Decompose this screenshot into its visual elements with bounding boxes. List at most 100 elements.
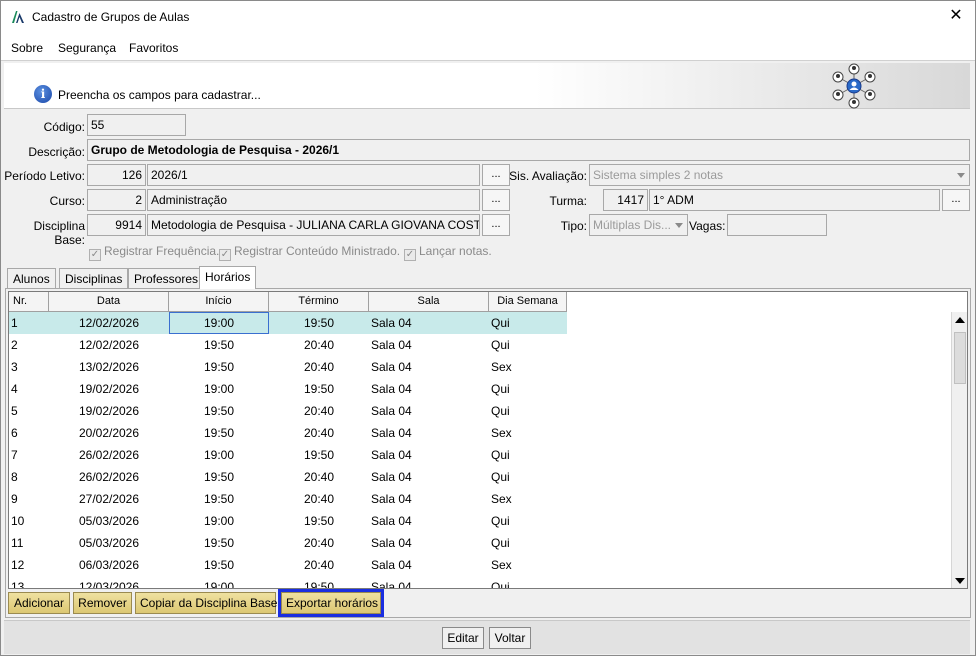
registrar-frequencia-checkbox[interactable]: ✓ Registrar Frequência. — [89, 244, 219, 261]
table-row[interactable]: 2 12/02/2026 19:50 20:40 Sala 04 Qui — [9, 334, 567, 356]
column-header[interactable]: Data — [49, 292, 169, 312]
lancar-notas-checkbox[interactable]: ✓ Lançar notas. — [404, 244, 492, 261]
main-window: Cadastro de Grupos de Aulas ✕ Sobre Segu… — [0, 0, 976, 656]
table-row[interactable]: 1 12/02/2026 19:00 19:50 Sala 04 Qui — [9, 312, 567, 334]
app-logo-icon — [12, 11, 24, 23]
descricao-field[interactable]: Grupo de Metodologia de Pesquisa - 2026/… — [87, 139, 970, 161]
table-cell: Sala 04 — [371, 426, 412, 440]
periodo-code-field[interactable]: 126 — [87, 164, 146, 186]
table-cell: Sala 04 — [371, 470, 412, 484]
menu-sobre[interactable]: Sobre — [11, 41, 43, 55]
remover-button[interactable]: Remover — [73, 592, 132, 614]
table-row[interactable]: 5 19/02/2026 19:50 20:40 Sala 04 Qui — [9, 400, 567, 422]
vagas-field[interactable] — [727, 214, 827, 236]
table-cell: 26/02/2026 — [78, 448, 140, 462]
table-cell: 20/02/2026 — [78, 426, 140, 440]
table-row[interactable]: 12 06/03/2026 19:50 20:40 Sala 04 Sex — [9, 554, 567, 576]
menu-favoritos[interactable]: Favoritos — [129, 41, 178, 55]
table-cell: 19:50 — [203, 404, 235, 418]
table-cell: Sala 04 — [371, 316, 412, 330]
table-row[interactable]: 10 05/03/2026 19:00 19:50 Sala 04 Qui — [9, 510, 567, 532]
table-row[interactable]: 9 27/02/2026 19:50 20:40 Sala 04 Sex — [9, 488, 567, 510]
table-row[interactable]: 6 20/02/2026 19:50 20:40 Sala 04 Sex — [9, 422, 567, 444]
registrar-conteudo-checkbox[interactable]: ✓ Registrar Conteúdo Ministrado. — [219, 244, 400, 261]
user-network-icon — [832, 63, 876, 109]
table-cell: Qui — [491, 404, 510, 418]
tipo-label: Tipo: — [560, 219, 587, 233]
table-cell: 13/02/2026 — [78, 360, 140, 374]
turma-name-field: 1° ADM — [649, 189, 940, 211]
disciplina-name-field: Metodologia de Pesquisa - JULIANA CARLA … — [147, 214, 480, 236]
table-cell: 20:40 — [303, 338, 335, 352]
table-cell: 19:50 — [303, 514, 335, 528]
turma-label: Turma: — [549, 194, 587, 208]
tab-disciplinas[interactable]: Disciplinas — [59, 268, 129, 288]
table-cell: Sala 04 — [371, 382, 412, 396]
turma-code-field[interactable]: 1417 — [603, 189, 648, 211]
table-cell: 20:40 — [303, 492, 335, 506]
column-header[interactable]: Dia Semana — [489, 292, 567, 312]
table-cell: 20:40 — [303, 470, 335, 484]
exportar-horarios-button[interactable]: Exportar horários — [278, 589, 384, 617]
table-cell: 19:00 — [203, 448, 235, 462]
table-cell: 19:50 — [303, 580, 335, 589]
table-cell: 19:00 — [203, 514, 235, 528]
table-row[interactable]: 8 26/02/2026 19:50 20:40 Sala 04 Qui — [9, 466, 567, 488]
scroll-down-icon[interactable] — [955, 578, 965, 584]
codigo-field[interactable]: 55 — [87, 114, 186, 136]
table-row[interactable]: 7 26/02/2026 19:00 19:50 Sala 04 Qui — [9, 444, 567, 466]
table-cell: Sala 04 — [371, 338, 412, 352]
table-row[interactable]: 11 05/03/2026 19:50 20:40 Sala 04 Qui — [9, 532, 567, 554]
chevron-down-icon — [675, 223, 683, 228]
tab-horarios[interactable]: Horários — [199, 266, 257, 289]
menu-seguranca[interactable]: Segurança — [58, 41, 116, 55]
table-row[interactable]: 4 19/02/2026 19:00 19:50 Sala 04 Qui — [9, 378, 567, 400]
table-cell: 12/02/2026 — [78, 316, 140, 330]
vertical-scrollbar[interactable] — [951, 312, 967, 588]
scroll-up-icon[interactable] — [955, 317, 965, 323]
table-row[interactable]: 3 13/02/2026 19:50 20:40 Sala 04 Sex — [9, 356, 567, 378]
table-cell: 7 — [11, 448, 18, 462]
table-cell: Qui — [491, 514, 510, 528]
tipo-select[interactable]: Múltiplas Dis... — [589, 214, 688, 236]
table-cell: 20:40 — [303, 536, 335, 550]
info-banner: i Preencha os campos para cadastrar... — [4, 63, 970, 109]
table-cell: 6 — [11, 426, 18, 440]
tab-professores[interactable]: Professores — [128, 268, 205, 288]
voltar-button[interactable]: Voltar — [489, 627, 531, 649]
table-cell: Sala 04 — [371, 360, 412, 374]
curso-code-field[interactable]: 2 — [87, 189, 146, 211]
table-cell: Qui — [491, 338, 510, 352]
codigo-label: Código: — [43, 120, 85, 134]
table-cell: Sala 04 — [371, 580, 412, 589]
editar-button[interactable]: Editar — [442, 627, 484, 649]
table-cell: Qui — [491, 382, 510, 396]
disciplina-code-field[interactable]: 9914 — [87, 214, 146, 236]
table-cell: 10 — [11, 514, 25, 528]
table-cell: 2 — [11, 338, 18, 352]
curso-label: Curso: — [49, 194, 85, 208]
table-cell: Sala 04 — [371, 404, 412, 418]
adicionar-button[interactable]: Adicionar — [8, 592, 70, 614]
table-cell: 19:00 — [169, 312, 269, 334]
sis-avaliacao-select[interactable]: Sistema simples 2 notas — [589, 164, 970, 186]
table-cell: 20:40 — [303, 558, 335, 572]
tab-alunos[interactable]: Alunos — [7, 268, 56, 288]
table-cell: 19:50 — [203, 360, 235, 374]
column-header[interactable]: Nr. — [9, 292, 49, 312]
copiar-disciplina-base-button[interactable]: Copiar da Disciplina Base — [135, 592, 277, 614]
turma-lookup-button[interactable]: ... — [942, 189, 970, 211]
table-cell: 05/03/2026 — [78, 514, 140, 528]
table-cell: 9 — [11, 492, 18, 506]
column-header[interactable]: Sala — [369, 292, 489, 312]
column-header[interactable]: Início — [169, 292, 269, 312]
table-cell: Sala 04 — [371, 558, 412, 572]
table-row[interactable]: 13 12/03/2026 19:00 19:50 Sala 04 Qui — [9, 576, 567, 589]
title-bar: Cadastro de Grupos de Aulas ✕ — [1, 1, 975, 33]
column-header[interactable]: Término — [269, 292, 369, 312]
table-cell: 19:50 — [203, 426, 235, 440]
table-cell: Qui — [491, 580, 510, 589]
close-icon[interactable]: ✕ — [947, 7, 965, 25]
scroll-thumb[interactable] — [954, 332, 966, 384]
table-cell: 4 — [11, 382, 18, 396]
